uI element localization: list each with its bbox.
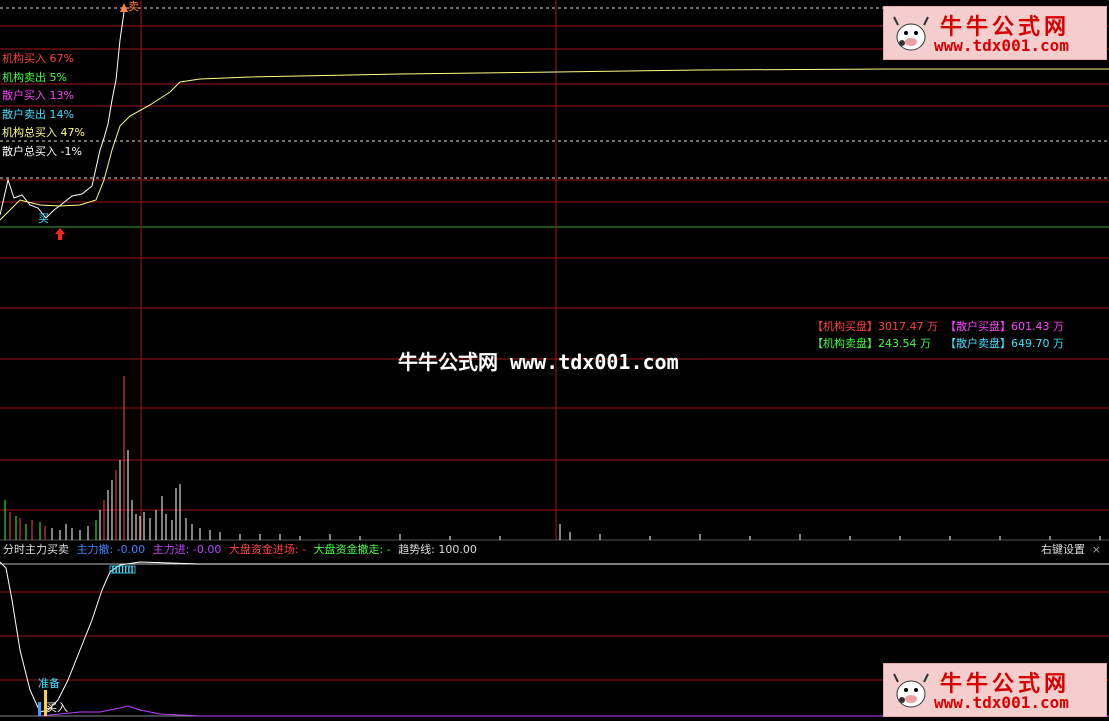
cow-mascot-icon [893, 16, 929, 51]
order-panel-row-2: 【机构卖盘】243.54 万 【散户卖盘】649.70 万 [812, 337, 1064, 351]
indicator-market-in: 大盘资金进场: - [228, 543, 307, 556]
retail-sell-label: 【散户卖盘】 [945, 337, 1011, 350]
retail-sell-value: 649.70 万 [1011, 337, 1064, 350]
sell-signal-marker: 卖 [128, 0, 139, 13]
logo-url: www.tdx001.com [934, 693, 1069, 712]
inst-buy-label: 【机构买盘】 [812, 320, 878, 333]
signal-box [122, 565, 126, 574]
site-logo-top: 牛牛公式网 www.tdx001.com [883, 6, 1107, 60]
buy-signal-marker: 买 [38, 212, 49, 225]
signal-box [112, 565, 117, 574]
site-logo-bottom: 牛牛公式网 www.tdx001.com [883, 663, 1107, 717]
stat-retail-total-buy: 散户总买入 -1% [2, 145, 82, 158]
watermark: 牛牛公式网 www.tdx001.com [398, 350, 679, 374]
signal-box [119, 565, 123, 574]
ready-signal-label: 准备 [38, 677, 60, 690]
cow-mascot-icon [893, 673, 929, 708]
signal-box [128, 565, 133, 574]
signal-box [109, 565, 113, 574]
inst-sell-label: 【机构卖盘】 [812, 337, 878, 350]
order-panel-row-1: 【机构买盘】3017.47 万 【散户买盘】601.43 万 [812, 320, 1064, 334]
inst-buy-value: 3017.47 万 [878, 320, 938, 333]
indicator-main-out: 主力撤: -0.00 [76, 543, 146, 556]
indicator-market-out: 大盘资金撤走: - [313, 543, 391, 556]
stat-inst-buy: 机构买入 67% [2, 52, 74, 65]
indicator-main-in: 主力进: -0.00 [152, 543, 222, 556]
stat-retail-sell: 散户卖出 14% [2, 108, 74, 121]
right-click-settings[interactable]: 右键设置 [1041, 541, 1085, 558]
indicator-name[interactable]: 分时主力买卖 [3, 543, 69, 556]
buy-signal-label: 买入 [46, 701, 68, 714]
logo-url: www.tdx001.com [934, 36, 1069, 55]
inst-sell-value: 243.54 万 [878, 337, 931, 350]
buy-arrow-icon [55, 228, 65, 240]
retail-buy-value: 601.43 万 [1010, 320, 1064, 333]
stat-inst-total-buy: 机构总买入 47% [2, 126, 85, 139]
stat-inst-sell: 机构卖出 5% [2, 71, 67, 84]
signal-box [131, 565, 136, 574]
retail-buy-label: 【散户买盘】 [944, 320, 1011, 333]
signal-box [125, 565, 129, 574]
close-icon[interactable]: × [1092, 541, 1101, 558]
ready-signal-bar [38, 702, 41, 716]
average-price-line [0, 68, 1109, 221]
stat-retail-buy: 散户买入 13% [2, 89, 74, 102]
indicator-trend: 趋势线: 100.00 [398, 543, 477, 556]
indicator-title-bar: 分时主力买卖 主力撤: -0.00 主力进: -0.00 大盘资金进场: - 大… [0, 541, 1109, 558]
